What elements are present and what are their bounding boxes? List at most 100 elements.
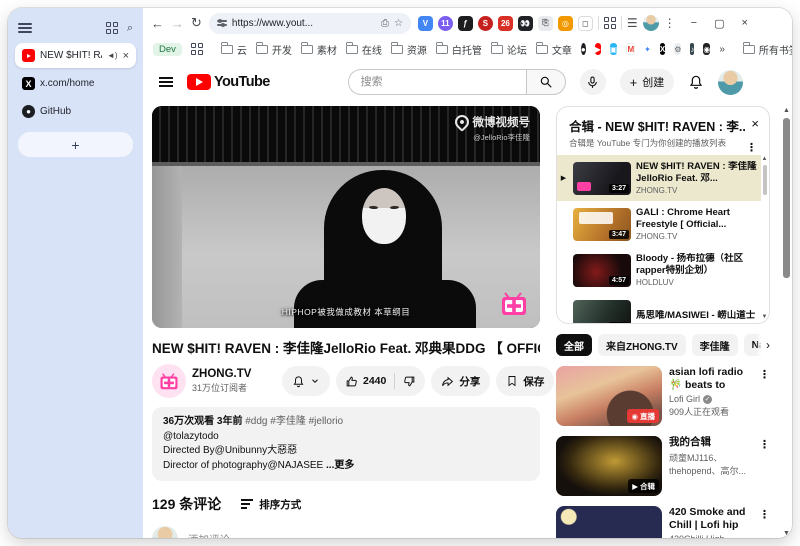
recommended-video[interactable]: ◉直播 asian lofi radio 🎋 beats to relax/st… <box>556 366 770 426</box>
chip-from-channel[interactable]: 来自ZHONG.TV <box>598 334 686 356</box>
bookmarks-overflow-chevron[interactable]: » <box>719 44 725 55</box>
close-button[interactable]: × <box>742 17 748 29</box>
reload-button[interactable]: ↻ <box>191 15 202 31</box>
video-menu-icon[interactable]: ⋮ <box>759 508 770 538</box>
hashtags[interactable]: #ddg #李佳隆 #jellorio <box>245 416 343 427</box>
create-button[interactable]: + 创建 <box>619 69 675 95</box>
voice-search-button[interactable] <box>579 69 606 95</box>
site-settings-icon[interactable] <box>216 18 227 28</box>
playlist-title: 合辑 - NEW $HIT! RAVEN : 李... <box>569 120 746 134</box>
scroll-down-icon[interactable]: ▼ <box>761 313 768 321</box>
all-bookmarks-folder[interactable]: 所有书签 <box>742 42 792 57</box>
video-menu-icon[interactable]: ⋮ <box>759 368 770 426</box>
bookmark-cam-icon[interactable]: ◉ <box>703 43 711 55</box>
tab-item-x[interactable]: X x.com/home <box>15 71 136 96</box>
extension-f-icon[interactable]: ƒ <box>457 15 473 31</box>
extension-orange-icon[interactable]: ◎ <box>557 15 573 31</box>
extension-clipboard-icon[interactable]: ⎘ <box>537 15 553 31</box>
bookmark-tv-icon[interactable]: ▣ <box>609 43 618 55</box>
maximize-button[interactable]: ▢ <box>714 17 724 30</box>
bookmark-star-icon[interactable]: ☆ <box>394 18 403 29</box>
bookmark-folder-online[interactable]: 在线 <box>345 42 382 57</box>
playlist-item[interactable]: 3:44 馬思唯/MASIWEI - 崂山道士 <box>557 293 761 323</box>
browser-menu-icon[interactable]: ⋮ <box>664 16 676 30</box>
scroll-down-icon[interactable]: ▼ <box>781 530 792 537</box>
forward-button[interactable]: → <box>171 16 184 31</box>
chip-all[interactable]: 全部 <box>556 334 592 356</box>
channel-name[interactable]: ZHONG.TV <box>192 368 276 380</box>
qr-grid-icon[interactable] <box>603 17 616 29</box>
browser-profile-avatar[interactable] <box>642 15 659 31</box>
playlist-item[interactable]: ▶ 3:27 NEW $HIT! RAVEN : 李佳隆JelloRio Fea… <box>557 155 761 201</box>
save-button[interactable]: 保存 <box>496 366 555 396</box>
playlist-item[interactable]: 3:47 GALI : Chrome Heart Freestyle [ Off… <box>557 201 761 247</box>
extension-shield-icon[interactable]: V <box>417 15 433 31</box>
bookmark-x-icon[interactable]: X <box>659 43 666 55</box>
extension-outline-icon[interactable]: ◻ <box>577 15 593 31</box>
dislike-icon[interactable] <box>403 375 416 388</box>
video-menu-icon[interactable]: ⋮ <box>759 438 770 496</box>
bookmark-folder-material[interactable]: 素材 <box>300 42 337 57</box>
tab-item-youtube[interactable]: NEW $HIT! RAVEN ◄) × <box>15 43 136 68</box>
collapse-sidebar-icon[interactable] <box>18 21 32 35</box>
address-bar[interactable]: https://www.yout... ⎙ ☆ <box>208 12 411 34</box>
chip-artist[interactable]: 李佳隆 <box>691 334 738 356</box>
bookmark-folder-article[interactable]: 文章 <box>535 42 572 57</box>
bookmark-gmail-icon[interactable]: M <box>626 43 636 55</box>
bookmark-gemini-icon[interactable]: ✦ <box>644 43 651 55</box>
search-tabs-icon[interactable]: ⌕ <box>127 22 133 35</box>
recommended-title: 我的合辑 <box>669 436 711 448</box>
bookmark-github-icon[interactable]: ● <box>580 43 586 55</box>
scroll-up-icon[interactable]: ▲ <box>781 107 792 114</box>
reading-list-icon[interactable]: ☰ <box>627 16 638 30</box>
search-button[interactable] <box>525 69 566 95</box>
page-scrollbar[interactable]: ▲ ▼ <box>781 106 792 538</box>
description-box[interactable]: 36万次观看 3年前 #ddg #李佳隆 #jellorio @tolazyto… <box>152 407 540 481</box>
bookmark-folder-cloud[interactable]: 云 <box>220 42 247 57</box>
tab-groups-icon[interactable] <box>105 22 118 34</box>
account-avatar[interactable] <box>718 69 744 95</box>
bookmark-folder-dev[interactable]: 开发 <box>255 42 292 57</box>
recommended-title: 420 Smoke and Chill | Lofi hip hop mix ~… <box>669 506 746 531</box>
share-button[interactable]: 分享 <box>431 366 491 396</box>
tab-item-github[interactable]: ● GitHub <box>15 99 136 124</box>
extension-calendar11-icon[interactable]: 11 <box>437 15 453 31</box>
extension-calendar26-icon[interactable]: 26 <box>497 15 513 31</box>
send-to-device-icon[interactable]: ⎙ <box>381 18 389 29</box>
subscribed-bell-button[interactable] <box>282 366 330 396</box>
scroll-up-icon[interactable]: ▲ <box>761 155 768 163</box>
playlist-scrollbar[interactable]: ▲ ▼ <box>761 155 768 321</box>
youtube-logo[interactable]: YouTube <box>187 74 270 90</box>
guide-menu-icon[interactable] <box>159 74 173 90</box>
bookmark-settings-icon[interactable]: ⚙ <box>674 43 682 55</box>
bookmark-dev-chip[interactable]: Dev <box>153 42 182 56</box>
playlist-item[interactable]: 4:57 Bloody - 扬布拉德（社区rapper特别企划） HOLDLUV <box>557 247 761 293</box>
minimize-button[interactable]: − <box>691 17 697 29</box>
apps-grid-icon[interactable] <box>190 43 203 55</box>
chips-next-chevron-icon[interactable]: › <box>756 334 770 356</box>
bookmark-mic-icon[interactable]: ♪ <box>690 43 695 55</box>
search-input[interactable] <box>347 69 526 95</box>
extension-s-icon[interactable]: S <box>477 15 493 31</box>
back-button[interactable]: ← <box>151 16 164 31</box>
like-icon[interactable] <box>345 375 358 388</box>
recommended-video[interactable]: 420 Smoke and Chill | Lofi hip hop mix ~… <box>556 506 770 538</box>
sort-button[interactable]: 排序方式 <box>241 497 301 512</box>
recommended-video[interactable]: ▶ 合辑 我的合辑 顽童MJ116、thehopend、高尔... ⋮ <box>556 436 770 496</box>
bookmark-folder-selfhost[interactable]: 白托管 <box>435 42 482 57</box>
notifications-bell-icon[interactable] <box>688 74 704 90</box>
playlist-menu-icon[interactable]: ⋮ <box>746 141 757 154</box>
add-comment-input[interactable]: 添加评论... <box>188 532 239 539</box>
video-player[interactable]: 微博视频号 @JelloRio李佳隆 HIPHOP被我做成教材 本草纲目 <box>152 106 540 328</box>
show-more-link[interactable]: ...更多 <box>326 460 354 471</box>
playlist-close-icon[interactable]: × <box>751 116 759 131</box>
channel-avatar[interactable] <box>152 364 186 398</box>
tab-close-icon[interactable]: × <box>123 50 129 62</box>
bookmark-youtube-icon[interactable]: ▶ <box>594 43 601 55</box>
new-tab-button[interactable]: + <box>18 132 133 157</box>
scrollbar-thumb[interactable] <box>783 118 790 278</box>
bookmark-folder-forum[interactable]: 论坛 <box>490 42 527 57</box>
bookmark-folder-resource[interactable]: 资源 <box>390 42 427 57</box>
tab-audio-icon[interactable]: ◄) <box>107 51 118 60</box>
extension-eyes-icon[interactable]: 👀 <box>517 15 533 31</box>
